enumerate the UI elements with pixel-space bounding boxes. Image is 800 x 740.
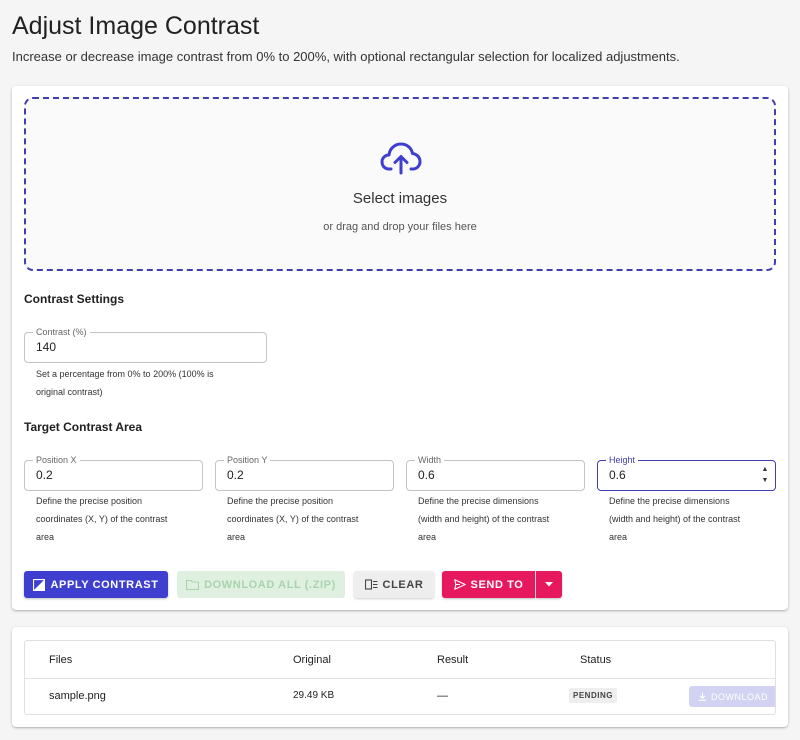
height-input[interactable] [609, 468, 749, 482]
contrast-icon [33, 578, 46, 591]
file-name: sample.png [49, 690, 106, 702]
position-x-label: Position X [33, 455, 80, 466]
contrast-helper: Set a percentage from 0% to 200% (100% i… [36, 369, 214, 397]
target-area-title: Target Contrast Area [24, 420, 143, 434]
contrast-field-label: Contrast (%) [33, 327, 90, 338]
position-y-field[interactable]: Position Y [215, 455, 394, 491]
apply-contrast-label: APPLY CONTRAST [50, 578, 159, 591]
column-header-status: Status [580, 654, 612, 666]
position-y-input[interactable] [227, 468, 367, 482]
contrast-field[interactable]: Contrast (%) [24, 327, 267, 363]
image-dropzone[interactable]: Select images or drag and drop your file… [24, 97, 776, 271]
height-label: Height [606, 455, 639, 466]
contrast-input[interactable] [36, 340, 176, 354]
download-label: DOWNLOAD [710, 691, 768, 702]
send-icon [453, 579, 466, 590]
width-label: Width [415, 455, 445, 466]
download-button[interactable]: DOWNLOAD [689, 686, 775, 707]
height-spinner[interactable]: ▲ ▼ [761, 464, 769, 488]
files-table: Files Original Result Status sample.png … [24, 640, 776, 715]
table-divider [25, 678, 775, 679]
apply-contrast-button[interactable]: APPLY CONTRAST [24, 571, 168, 598]
column-header-result: Result [437, 654, 469, 666]
position-x-helper: Define the precise position coordinates … [36, 496, 168, 542]
files-card: Files Original Result Status sample.png … [12, 627, 788, 727]
column-header-files: Files [49, 654, 73, 666]
height-field[interactable]: Height ▲ ▼ [597, 455, 776, 491]
chevron-down-icon [545, 582, 553, 587]
download-all-label: DOWNLOAD ALL (.ZIP) [204, 578, 336, 591]
width-helper: Define the precise dimensions (width and… [418, 496, 550, 542]
clear-icon [364, 579, 378, 590]
send-to-dropdown-button[interactable] [536, 571, 562, 598]
settings-card: Select images or drag and drop your file… [12, 86, 788, 610]
contrast-settings-title: Contrast Settings [24, 292, 125, 306]
clear-label: CLEAR [382, 578, 424, 591]
column-header-original: Original [293, 654, 331, 666]
dropzone-subtitle: or drag and drop your files here [323, 221, 477, 233]
result-size: — [437, 690, 448, 702]
width-field[interactable]: Width [406, 455, 585, 491]
clear-button[interactable]: CLEAR [354, 571, 434, 598]
download-icon [698, 692, 707, 701]
status-badge: PENDING [569, 688, 617, 703]
spinner-up-icon[interactable]: ▲ [761, 464, 769, 475]
original-size: 29.49 KB [293, 690, 335, 701]
spinner-down-icon[interactable]: ▼ [761, 475, 769, 486]
position-x-input[interactable] [36, 468, 176, 482]
dropzone-title: Select images [352, 190, 448, 207]
position-y-label: Position Y [224, 455, 271, 466]
height-helper: Define the precise dimensions (width and… [609, 496, 741, 542]
folder-icon [186, 579, 200, 590]
send-to-button[interactable]: SEND TO [442, 571, 535, 598]
cloud-upload-icon [380, 142, 422, 175]
width-input[interactable] [418, 468, 558, 482]
send-to-label: SEND TO [470, 578, 524, 591]
position-y-helper: Define the precise position coordinates … [227, 496, 359, 542]
position-x-field[interactable]: Position X [24, 455, 203, 491]
download-all-button[interactable]: DOWNLOAD ALL (.ZIP) [177, 571, 345, 598]
page-title: Adjust Image Contrast [12, 12, 260, 40]
page-subtitle: Increase or decrease image contrast from… [12, 49, 680, 64]
